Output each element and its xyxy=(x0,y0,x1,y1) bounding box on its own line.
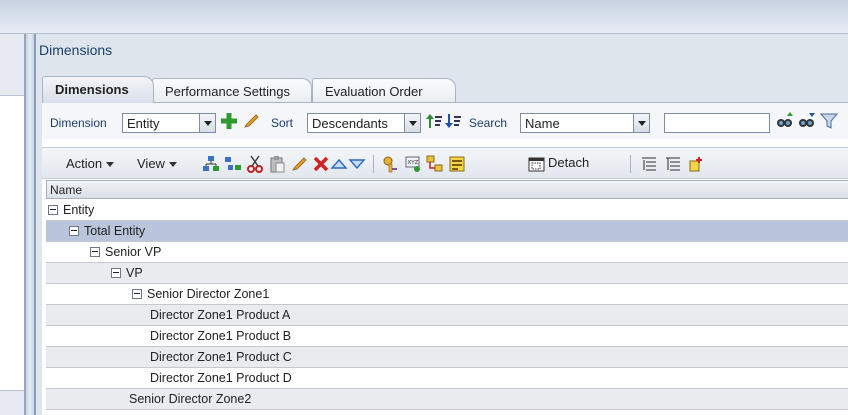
action-menu-label: Action xyxy=(66,156,103,171)
tree-row[interactable]: VP xyxy=(46,263,848,284)
tree-row[interactable]: Senior VP xyxy=(46,242,848,263)
move-up-icon[interactable] xyxy=(330,155,348,173)
tab-performance-settings[interactable]: Performance Settings xyxy=(152,78,312,102)
chevron-down-icon[interactable] xyxy=(199,114,215,132)
detach-button[interactable]: Detach xyxy=(548,155,589,170)
tree-row-label: Director Zone1 Product C xyxy=(150,350,292,364)
chevron-down-icon[interactable] xyxy=(633,114,649,132)
left-panel-header xyxy=(0,34,24,96)
chevron-down-icon[interactable] xyxy=(404,114,420,132)
members-grid: Name Entity Total Entity Senior VP VP Senior… xyxy=(42,180,848,415)
left-panel-footer xyxy=(0,390,24,415)
collapse-icon[interactable] xyxy=(132,289,142,299)
collapse-icon[interactable] xyxy=(111,268,121,278)
key-icon[interactable] xyxy=(382,155,400,173)
add-icon[interactable] xyxy=(220,112,238,130)
edit-icon[interactable] xyxy=(290,155,308,173)
tree-row-label: Senior Director Zone1 xyxy=(147,287,270,301)
edit-icon[interactable] xyxy=(242,112,260,130)
tree-row[interactable]: Director Zone1 Product D xyxy=(46,368,848,389)
dimension-select-value: Entity xyxy=(127,116,160,131)
tree-row-label: Director Zone1 Product D xyxy=(150,371,292,385)
sort-ascending-icon[interactable] xyxy=(425,112,443,130)
filter-toolbar: Dimension Entity Sort Descendants Search… xyxy=(42,103,848,139)
tree-row-label: Director Zone1 Product A xyxy=(150,308,291,322)
toolbar-separator xyxy=(373,155,374,173)
tab-evaluation-order-label: Evaluation Order xyxy=(325,84,423,99)
expand-all-icon[interactable] xyxy=(640,155,658,173)
tab-content: Dimension Entity Sort Descendants Search… xyxy=(42,102,848,415)
xyz-attributes-icon[interactable]: XYZ xyxy=(404,155,422,173)
detach-icon[interactable] xyxy=(528,155,546,173)
action-toolbar: Action View XYZ Detach xyxy=(42,147,848,179)
add-child-icon[interactable] xyxy=(202,155,220,173)
hierarchy-icon[interactable] xyxy=(426,155,444,173)
action-menu[interactable]: Action xyxy=(66,156,115,171)
tree-row[interactable]: Director Zone1 Product A xyxy=(46,305,848,326)
tab-dimensions[interactable]: Dimensions xyxy=(42,76,154,103)
tab-performance-settings-label: Performance Settings xyxy=(165,84,291,99)
tree-row-label: Total Entity xyxy=(84,224,146,238)
add-sibling-icon[interactable] xyxy=(224,155,242,173)
search-input[interactable] xyxy=(664,113,770,133)
view-menu-label: View xyxy=(137,156,165,171)
panel-splitter[interactable] xyxy=(25,34,34,415)
left-panel xyxy=(0,34,25,415)
search-by-select[interactable]: Name xyxy=(520,113,650,133)
collapse-all-icon[interactable] xyxy=(664,155,682,173)
tree-row-label: Senior Director Zone2 xyxy=(129,392,252,406)
delete-icon[interactable] xyxy=(312,155,330,173)
dimension-label: Dimension xyxy=(50,116,107,130)
collapse-icon[interactable] xyxy=(90,247,100,257)
dimension-select[interactable]: Entity xyxy=(122,113,216,133)
column-header-name[interactable]: Name xyxy=(46,180,848,199)
search-by-select-value: Name xyxy=(525,116,560,131)
svg-text:XYZ: XYZ xyxy=(408,160,419,166)
collapse-icon[interactable] xyxy=(48,205,58,215)
tree-row[interactable]: Senior Director Zone1 xyxy=(46,284,848,305)
collapse-icon[interactable] xyxy=(69,226,79,236)
sort-select-value: Descendants xyxy=(312,116,388,131)
tree-row[interactable]: Director Zone1 Product B xyxy=(46,326,848,347)
tree-row[interactable]: Senior Director Zone2 xyxy=(46,389,848,410)
tree-row-label: Senior VP xyxy=(105,245,162,259)
tree-row-label: VP xyxy=(126,266,143,280)
chevron-down-icon xyxy=(168,162,177,168)
tree-row[interactable]: Director Zone1 Product C xyxy=(46,347,848,368)
refresh-hierarchy-icon[interactable] xyxy=(688,155,706,173)
search-label: Search xyxy=(469,116,508,130)
panel-title: Dimensions xyxy=(39,42,113,58)
tab-evaluation-order[interactable]: Evaluation Order xyxy=(312,78,456,102)
top-banner xyxy=(0,0,848,34)
dimensions-panel: Dimensions Dimensions Performance Settin… xyxy=(34,34,848,415)
paste-icon[interactable] xyxy=(268,155,286,173)
sort-select[interactable]: Descendants xyxy=(307,113,421,133)
search-next-icon[interactable] xyxy=(798,112,816,130)
toolbar-separator xyxy=(630,155,631,173)
sort-descending-icon[interactable] xyxy=(444,112,462,130)
chevron-down-icon xyxy=(106,162,115,168)
properties-icon[interactable] xyxy=(448,155,466,173)
tab-dimensions-label: Dimensions xyxy=(55,82,129,97)
move-down-icon[interactable] xyxy=(348,155,366,173)
tree-row-label: Entity xyxy=(63,203,95,217)
tree-row[interactable]: Total Entity xyxy=(46,221,848,242)
view-menu[interactable]: View xyxy=(137,156,177,171)
tree-row-label: Director Zone1 Product B xyxy=(150,329,292,343)
tab-bar: Dimensions Performance Settings Evaluati… xyxy=(42,76,848,103)
sort-label: Sort xyxy=(271,116,294,130)
cut-icon[interactable] xyxy=(246,155,264,173)
tree-row[interactable]: Entity xyxy=(46,200,848,221)
filter-icon[interactable] xyxy=(820,112,838,130)
search-previous-icon[interactable] xyxy=(776,112,794,130)
